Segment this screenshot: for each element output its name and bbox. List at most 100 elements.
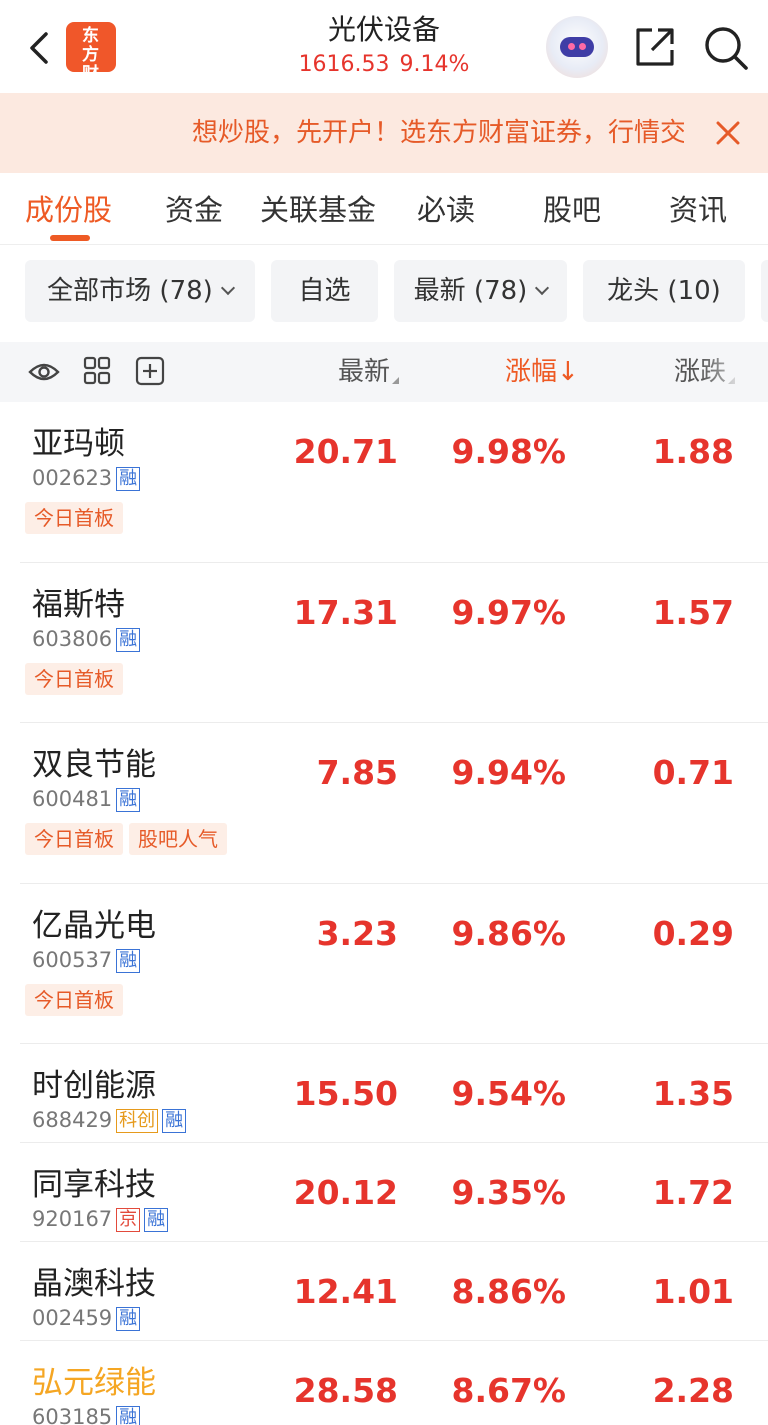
tag: 今日首板	[25, 663, 123, 695]
stock-code: 688429	[32, 1108, 113, 1132]
stock-code-line: 603185 融	[32, 1403, 141, 1425]
price: 17.31	[293, 593, 398, 632]
pct-change: 9.54%	[451, 1074, 567, 1113]
stock-name: 福斯特	[32, 587, 125, 623]
tag: 今日首板	[25, 984, 123, 1016]
tag-list: 今日首板	[25, 502, 129, 534]
tab-related-funds[interactable]: 关联基金	[260, 191, 376, 229]
search-icon	[705, 27, 748, 70]
add-icon[interactable]	[135, 356, 165, 386]
stock-code: 600481	[32, 787, 113, 811]
price-change: 0.71	[652, 753, 734, 792]
price-change: 1.88	[652, 432, 734, 471]
price: 7.85	[316, 753, 398, 792]
stock-code: 002459	[32, 1306, 113, 1330]
column-price[interactable]: 最新	[338, 352, 400, 392]
latest-filter-dropdown[interactable]: 最新 (78)	[394, 260, 567, 322]
more-filter[interactable]	[761, 260, 768, 322]
price-change: 0.29	[652, 914, 734, 953]
market-filter-dropdown[interactable]: 全部市场 (78)	[25, 260, 255, 322]
stock-code-line: 002623 融	[32, 464, 141, 492]
column-price-label: 最新	[338, 357, 391, 387]
robot-icon	[560, 37, 594, 57]
margin-badge: 融	[144, 1208, 169, 1232]
column-header: 最新 涨幅↓ 涨跌	[0, 342, 768, 402]
table-row[interactable]: 弘元绿能 603185 融 28.58 8.67% 2.28	[0, 1341, 768, 1425]
tab-funds-flow[interactable]: 资金	[165, 191, 223, 229]
tag-list: 今日首板 股吧人气	[25, 823, 233, 855]
table-row[interactable]: 亿晶光电 600537 融 今日首板 3.23 9.86% 0.29	[0, 884, 768, 1044]
active-tab-indicator	[50, 235, 90, 241]
price: 15.50	[293, 1074, 398, 1113]
chevron-left-icon	[30, 32, 48, 64]
table-row[interactable]: 时创能源 688429 科创融 15.50 9.54% 1.35	[0, 1044, 768, 1143]
app-logo: 东方财富	[66, 22, 116, 103]
promo-text: 想炒股，先开户！选东方财富证券，行情交易一站式	[192, 118, 684, 148]
pct-change: 9.94%	[451, 753, 567, 792]
close-icon	[716, 121, 740, 145]
price-change: 1.01	[652, 1272, 734, 1311]
price-change: 1.35	[652, 1074, 734, 1113]
margin-badge: 融	[162, 1109, 187, 1133]
banner-close-button[interactable]	[710, 115, 746, 151]
leader-filter-label: 龙头 (10)	[607, 276, 721, 306]
chevron-down-icon	[535, 280, 550, 296]
stock-name: 晶澳科技	[32, 1266, 156, 1302]
stock-code: 603806	[32, 627, 113, 651]
latest-filter-label: 最新 (78)	[413, 276, 528, 306]
back-button[interactable]	[22, 24, 58, 72]
price-change: 1.72	[652, 1173, 734, 1212]
scroll-fade	[700, 342, 768, 402]
table-row[interactable]: 福斯特 603806 融 今日首板 17.31 9.97% 1.57	[0, 563, 768, 723]
tab-must-read[interactable]: 必读	[417, 191, 475, 229]
table-row[interactable]: 双良节能 600481 融 今日首板 股吧人气 7.85 9.94% 0.71	[0, 723, 768, 884]
search-button[interactable]	[702, 24, 750, 72]
pct-change: 9.97%	[451, 593, 567, 632]
margin-badge: 融	[116, 949, 141, 973]
page-title: 光伏设备	[327, 13, 440, 46]
index-value: 1616.53	[298, 52, 390, 77]
grid-icon[interactable]	[83, 356, 111, 386]
share-button[interactable]	[632, 24, 678, 70]
pct-change: 9.86%	[451, 914, 567, 953]
index-change: 9.14%	[399, 52, 470, 77]
stock-name: 弘元绿能	[32, 1365, 156, 1401]
tab-news[interactable]: 资讯	[669, 191, 727, 229]
stock-code-line: 920167 京融	[32, 1205, 169, 1233]
price: 3.23	[316, 914, 398, 953]
margin-badge: 融	[116, 628, 141, 652]
ai-assistant-button[interactable]	[546, 16, 608, 78]
watchlist-filter[interactable]: 自选	[271, 260, 378, 322]
stock-code: 920167	[32, 1207, 113, 1231]
stock-code: 600537	[32, 948, 113, 972]
column-pct[interactable]: 涨幅↓	[505, 352, 579, 392]
table-row[interactable]: 亚玛顿 002623 融 今日首板 20.71 9.98% 1.88	[0, 402, 768, 563]
promo-banner[interactable]: 想炒股，先开户！选东方财富证券，行情交易一站式	[0, 93, 768, 173]
leader-filter[interactable]: 龙头 (10)	[583, 260, 745, 322]
tag: 今日首板	[25, 823, 123, 855]
sort-indicator-icon	[392, 377, 400, 384]
tab-constituents[interactable]: 成份股	[25, 191, 112, 229]
filter-bar: 全部市场 (78) 自选 最新 (78) 龙头 (10)	[0, 246, 768, 338]
eye-icon[interactable]	[28, 356, 60, 388]
tab-forum[interactable]: 股吧	[543, 191, 601, 229]
margin-badge: 融	[116, 1406, 141, 1425]
table-row[interactable]: 同享科技 920167 京融 20.12 9.35% 1.72	[0, 1143, 768, 1242]
margin-badge: 融	[116, 788, 141, 812]
margin-badge: 融	[116, 467, 141, 491]
tag-list: 今日首板	[25, 663, 129, 695]
table-row[interactable]: 晶澳科技 002459 融 12.41 8.86% 1.01	[0, 1242, 768, 1341]
watchlist-filter-label: 自选	[298, 276, 351, 306]
stock-name: 亚玛顿	[32, 426, 125, 462]
stock-code: 603185	[32, 1405, 113, 1425]
tag: 今日首板	[25, 502, 123, 534]
chevron-down-icon	[220, 280, 235, 296]
stock-code-line: 002459 融	[32, 1304, 141, 1332]
logo-text: 东方财富	[82, 26, 100, 103]
tag-list: 今日首板	[25, 984, 129, 1016]
column-pct-label: 涨幅	[505, 357, 558, 387]
pct-change: 8.67%	[451, 1371, 567, 1410]
pct-change: 8.86%	[451, 1272, 567, 1311]
stock-name: 双良节能	[32, 747, 156, 783]
tag: 股吧人气	[129, 823, 227, 855]
